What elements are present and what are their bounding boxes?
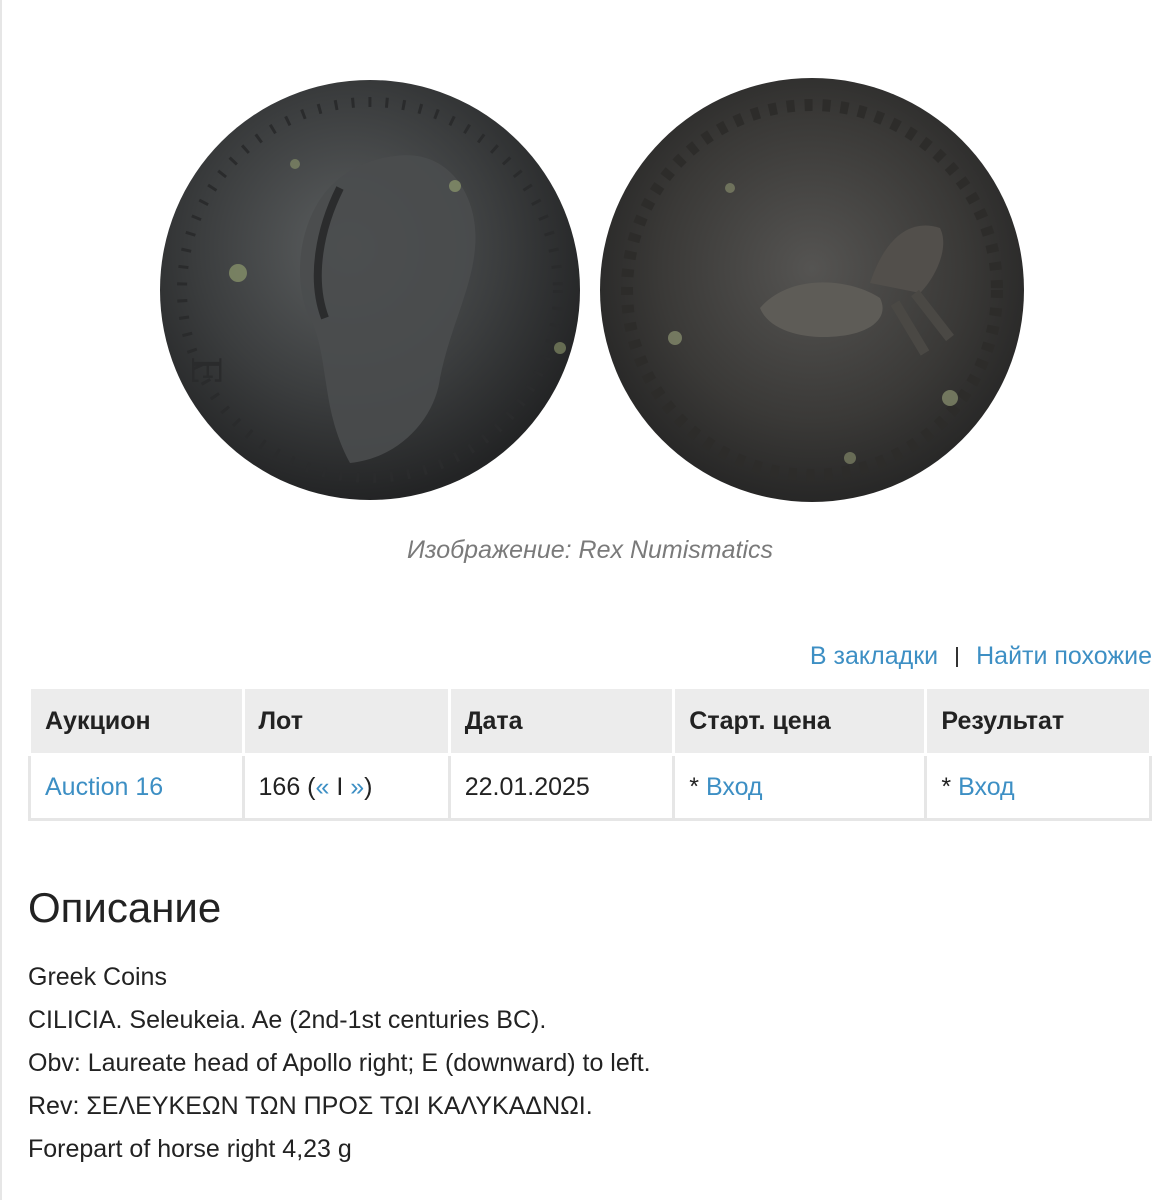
coin-images: E	[150, 78, 1030, 508]
prev-lot-link[interactable]: «	[316, 773, 330, 801]
svg-text:E: E	[182, 356, 228, 385]
description-line: Forepart of horse right 4,23 g	[28, 1135, 352, 1163]
table-row: Auction 16 166 (« I ») 22.01.2025 * Вход…	[28, 753, 1152, 821]
description-line: Obv: Laureate head of Apollo right; E (d…	[28, 1049, 651, 1077]
description-line: CILICIA. Seleukeia. Ae (2nd-1st centurie…	[28, 1006, 547, 1034]
lot-nav-separator: I	[329, 772, 351, 801]
lot-info-table: Аукцион Лот Дата Старт. цена Результат A…	[28, 686, 1152, 821]
page-left-border	[0, 0, 2, 1200]
lot-actions: В закладки Найти похожие	[810, 642, 1152, 671]
bookmark-link[interactable]: В закладки	[810, 642, 938, 671]
find-similar-link[interactable]: Найти похожие	[976, 642, 1152, 671]
header-date: Дата	[447, 686, 676, 756]
header-lot: Лот	[241, 686, 451, 756]
start-price-asterisk: *	[689, 772, 706, 801]
auction-link[interactable]: Auction 16	[45, 773, 163, 801]
start-price-login-link[interactable]: Вход	[706, 773, 763, 801]
cell-date: 22.01.2025	[447, 753, 676, 821]
cell-start-price: * Вход	[672, 753, 928, 821]
cell-lot: 166 (« I »)	[241, 753, 451, 821]
lot-close-paren: )	[364, 772, 373, 801]
header-result: Результат	[924, 686, 1152, 756]
description-heading: Описание	[28, 884, 222, 931]
header-auction: Аукцион	[28, 686, 245, 756]
coin-obverse-image: E	[160, 80, 580, 500]
image-caption: Изображение: Rex Numismatics	[406, 536, 774, 564]
coin-reverse-image	[600, 78, 1024, 502]
lot-number: 166 (	[258, 772, 316, 801]
header-start-price: Старт. цена	[672, 686, 928, 756]
actions-separator	[956, 646, 959, 667]
cell-result: * Вход	[924, 753, 1152, 821]
table-header-row: Аукцион Лот Дата Старт. цена Результат	[28, 686, 1152, 756]
description-line: Greek Coins	[28, 963, 167, 991]
description-text: Greek Coins CILICIA. Seleukeia. Ae (2nd-…	[28, 956, 651, 1171]
cell-auction: Auction 16	[28, 753, 245, 821]
description-line: Rev: ΣΕΛΕΥΚΕΩΝ ΤΩΝ ΠΡΟΣ ΤΩΙ ΚΑΛΥΚΑΔΝΩΙ.	[28, 1092, 593, 1120]
next-lot-link[interactable]: »	[350, 773, 364, 801]
result-login-link[interactable]: Вход	[958, 773, 1015, 801]
result-asterisk: *	[941, 772, 959, 801]
